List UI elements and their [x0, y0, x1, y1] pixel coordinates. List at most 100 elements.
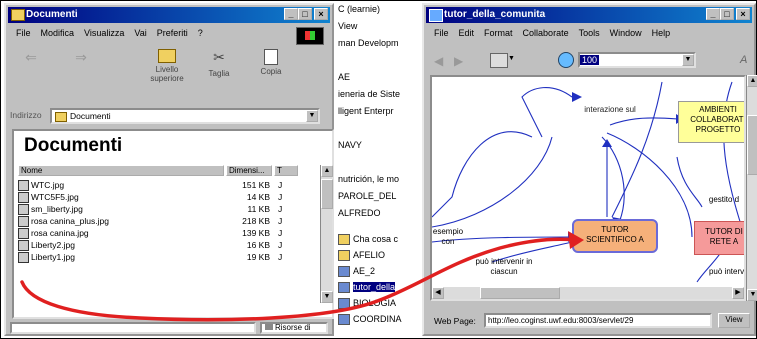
- menu-item[interactable]: Help: [652, 25, 671, 41]
- concept-esempio[interactable]: esempio con: [432, 227, 468, 249]
- scroll-left-button[interactable]: ◀: [432, 287, 444, 299]
- scroll-up-button[interactable]: ▲: [321, 165, 333, 177]
- column-size-label: Dimensi...: [229, 166, 265, 175]
- scroll-thumb[interactable]: [321, 179, 333, 209]
- minimize-button[interactable]: _: [284, 8, 298, 20]
- tree-item[interactable]: COORDINA: [338, 313, 402, 326]
- forward-arrow-icon[interactable]: ▶: [454, 54, 466, 68]
- menu-item[interactable]: Format: [484, 25, 513, 41]
- file-size: 218 KB: [242, 216, 270, 226]
- canvas-hscrollbar[interactable]: ◀ ▶: [432, 287, 744, 299]
- maximize-button[interactable]: □: [720, 8, 734, 20]
- menu-item[interactable]: Tools: [579, 25, 600, 41]
- tool-dropdown-icon[interactable]: ▼: [508, 55, 515, 62]
- tree-item[interactable]: AE_2: [338, 265, 375, 278]
- minimize-button[interactable]: _: [706, 8, 720, 20]
- column-name-label: Nome: [21, 166, 43, 175]
- image-file-icon: [18, 240, 29, 252]
- toolbar-button[interactable]: ⇐: [12, 47, 50, 87]
- file-row[interactable]: Liberty1.jpg 19 KB J: [18, 251, 308, 264]
- file-name: Liberty1.jpg: [31, 252, 75, 262]
- cmap-title-bar[interactable]: tutor_della_comunita: [426, 7, 752, 23]
- tree-item[interactable]: AFELIO: [338, 249, 385, 262]
- node-text: TUTOR SCIENTIFICO A: [586, 225, 644, 244]
- cmap-title: tutor_della_comunita: [444, 9, 546, 20]
- toolbar-button[interactable]: Livello superiore: [148, 47, 186, 87]
- file-row[interactable]: WTC.jpg 151 KB J: [18, 179, 308, 192]
- concept-tutor-rete[interactable]: TUTOR DI RETE A: [694, 221, 744, 255]
- column-header-name[interactable]: Nome: [18, 165, 224, 176]
- menu-item[interactable]: Visualizza: [84, 25, 124, 41]
- back-arrow-icon: ⇐: [25, 49, 37, 65]
- tree-item[interactable]: tutor_della: [338, 281, 396, 294]
- toolbar-button[interactable]: ✂ Taglia: [200, 47, 238, 87]
- network-icon: [338, 298, 350, 310]
- tree-item[interactable]: BIOLOGIA: [338, 297, 396, 310]
- format-tool-icon[interactable]: A: [740, 54, 747, 66]
- menu-item[interactable]: Preferiti: [157, 25, 188, 41]
- file-size: 14 KB: [246, 192, 270, 202]
- node-text: può intervenir in ciascun: [475, 257, 533, 276]
- file-row[interactable]: WTC5F5.jpg 14 KB J: [18, 191, 308, 204]
- zoom-dropdown-button[interactable]: ▼: [682, 54, 694, 66]
- background-text: ALFREDO: [338, 208, 381, 218]
- toolbar-button[interactable]: ⇒: [62, 47, 100, 87]
- concept-ambienti[interactable]: AMBIENTI COLLABORATI PROGETTO: [678, 101, 744, 143]
- column-header-type[interactable]: T: [274, 165, 298, 176]
- address-input[interactable]: Documenti ▼: [50, 108, 320, 124]
- image-file-icon: [18, 192, 29, 204]
- scroll-up-button[interactable]: ▲: [747, 75, 757, 87]
- menu-item[interactable]: ?: [198, 25, 203, 41]
- concept-puo-intervenire-2[interactable]: può interven: [708, 267, 744, 289]
- file-row[interactable]: rosa canina_plus.jpg 218 KB J: [18, 215, 308, 228]
- concept-puo-intervenire[interactable]: può intervenir in ciascun: [474, 257, 534, 279]
- scroll-right-button[interactable]: ▶: [732, 287, 744, 299]
- scroll-down-button[interactable]: ▼: [747, 289, 757, 301]
- address-value: Documenti: [70, 111, 111, 121]
- file-row[interactable]: rosa canina.jpg 139 KB J: [18, 227, 308, 240]
- menu-item[interactable]: Edit: [459, 25, 475, 41]
- vscroll-thumb[interactable]: [747, 115, 757, 175]
- concept-tutor-scientifico[interactable]: TUTOR SCIENTIFICO A: [572, 219, 658, 253]
- back-arrow-icon[interactable]: ◀: [434, 54, 446, 68]
- computer-icon: [265, 324, 273, 330]
- file-row[interactable]: Liberty2.jpg 16 KB J: [18, 239, 308, 252]
- column-header-size[interactable]: Dimensi...: [226, 165, 272, 176]
- menu-item[interactable]: Vai: [134, 25, 146, 41]
- folder-heading: Documenti: [24, 135, 123, 156]
- address-dropdown-button[interactable]: ▼: [306, 110, 318, 122]
- close-button[interactable]: ×: [736, 8, 750, 20]
- folder-icon: [338, 234, 350, 246]
- zoom-input[interactable]: 100 ▼: [578, 52, 696, 68]
- toolbar-button[interactable]: Copia: [252, 47, 290, 87]
- concept-gestito[interactable]: gestito d: [702, 195, 744, 207]
- cmap-canvas[interactable]: interazione sul AMBIENTI COLLABORATI PRO…: [430, 75, 746, 301]
- scroll-down-button[interactable]: ▼: [321, 291, 333, 303]
- close-button[interactable]: ×: [314, 8, 328, 20]
- link-tool-icon[interactable]: [490, 53, 508, 68]
- canvas-vscrollbar[interactable]: ▲ ▼: [746, 75, 757, 301]
- image-file-icon: [18, 228, 29, 240]
- file-type: J: [278, 240, 283, 250]
- file-row[interactable]: sm_liberty.jpg 11 KB J: [18, 203, 308, 216]
- status-pane-right: Risorse di: [260, 322, 328, 334]
- explorer-title-bar[interactable]: Documenti: [8, 7, 330, 23]
- concept-interazione[interactable]: interazione sul: [582, 105, 638, 133]
- menu-item[interactable]: Window: [610, 25, 642, 41]
- menu-item[interactable]: Modifica: [41, 25, 75, 41]
- menu-item[interactable]: File: [434, 25, 449, 41]
- tree-item[interactable]: Cha cosa c: [338, 233, 398, 246]
- zoom-icon[interactable]: [558, 52, 574, 68]
- menu-item[interactable]: File: [16, 25, 31, 41]
- maximize-button[interactable]: □: [298, 8, 312, 20]
- hscroll-thumb[interactable]: [480, 287, 560, 299]
- status-bar: Risorse di: [10, 322, 330, 334]
- view-button[interactable]: View: [718, 313, 750, 328]
- cmap-window: tutor_della_comunita _ □ × File Edit Forma…: [422, 3, 757, 336]
- explorer-title: Documenti: [26, 9, 78, 20]
- tree-item-label: AFELIO: [353, 250, 386, 260]
- web-page-url[interactable]: http://leo.coginst.uwf.edu:8003/servlet/…: [484, 313, 712, 328]
- address-bar: Indirizzo Documenti ▼: [10, 108, 328, 124]
- menu-item[interactable]: Collaborate: [523, 25, 569, 41]
- file-list-scrollbar[interactable]: ▲ ▼: [320, 165, 333, 303]
